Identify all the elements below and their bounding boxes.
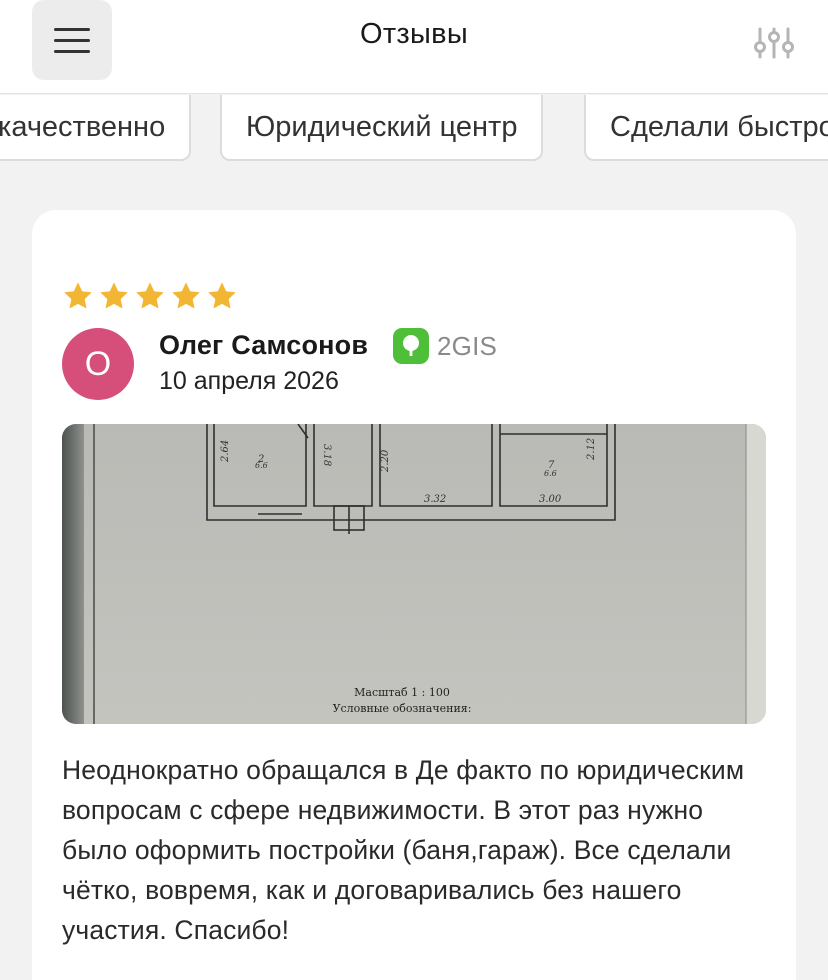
plan-room-2-area: 6.6 (544, 469, 557, 478)
review-card: О Олег Самсонов 2GIS 10 апреля 2026 2.64… (32, 210, 796, 980)
floor-plan-image: 2.64 2 6.6 3.18 2.20 3.32 7 6.6 3.00 2.1… (62, 424, 766, 724)
2gis-logo-icon (393, 328, 429, 364)
plan-dim-1: 2.64 (220, 440, 231, 463)
source-name: 2GIS (437, 330, 498, 361)
star-icon (64, 282, 92, 309)
plan-dim-2: 3.18 (321, 444, 332, 466)
tag-chip-quality[interactable]: качественно (0, 95, 192, 161)
rating-stars (62, 280, 238, 312)
plan-legend-label: Условные обозначения: (333, 702, 472, 715)
review-text: Неоднократно обращался в Де факто по юри… (62, 755, 745, 945)
review-source: 2GIS (393, 328, 497, 364)
sliders-filter-icon[interactable] (752, 25, 796, 61)
review-photo[interactable]: 2.64 2 6.6 3.18 2.20 3.32 7 6.6 3.00 2.1… (62, 424, 766, 724)
page-title: Отзывы (359, 18, 469, 50)
plan-dim-6: 2.12 (586, 438, 597, 461)
tag-chip-fast[interactable]: Сделали быстро (584, 95, 828, 161)
review-date: 10 апреля 2026 (159, 367, 339, 395)
plan-room-1-area: 6.6 (255, 461, 268, 470)
tag-chip-legal-center[interactable]: Юридический центр (220, 95, 544, 161)
app-header: Отзывы (0, 0, 828, 94)
plan-dim-4: 3.32 (424, 494, 446, 505)
tag-chip-row: качественно Юридический центр Сделали бы… (0, 95, 828, 163)
plan-dim-3: 2.20 (380, 449, 391, 473)
author-name[interactable]: Олег Самсонов (159, 330, 368, 361)
star-icon (136, 282, 164, 309)
plan-dim-5: 3.00 (539, 494, 562, 505)
star-icon (208, 282, 236, 309)
star-icon (100, 282, 128, 309)
avatar[interactable]: О (62, 328, 134, 400)
star-icon (172, 282, 200, 309)
plan-scale-label: Масштаб 1 : 100 (354, 686, 450, 699)
